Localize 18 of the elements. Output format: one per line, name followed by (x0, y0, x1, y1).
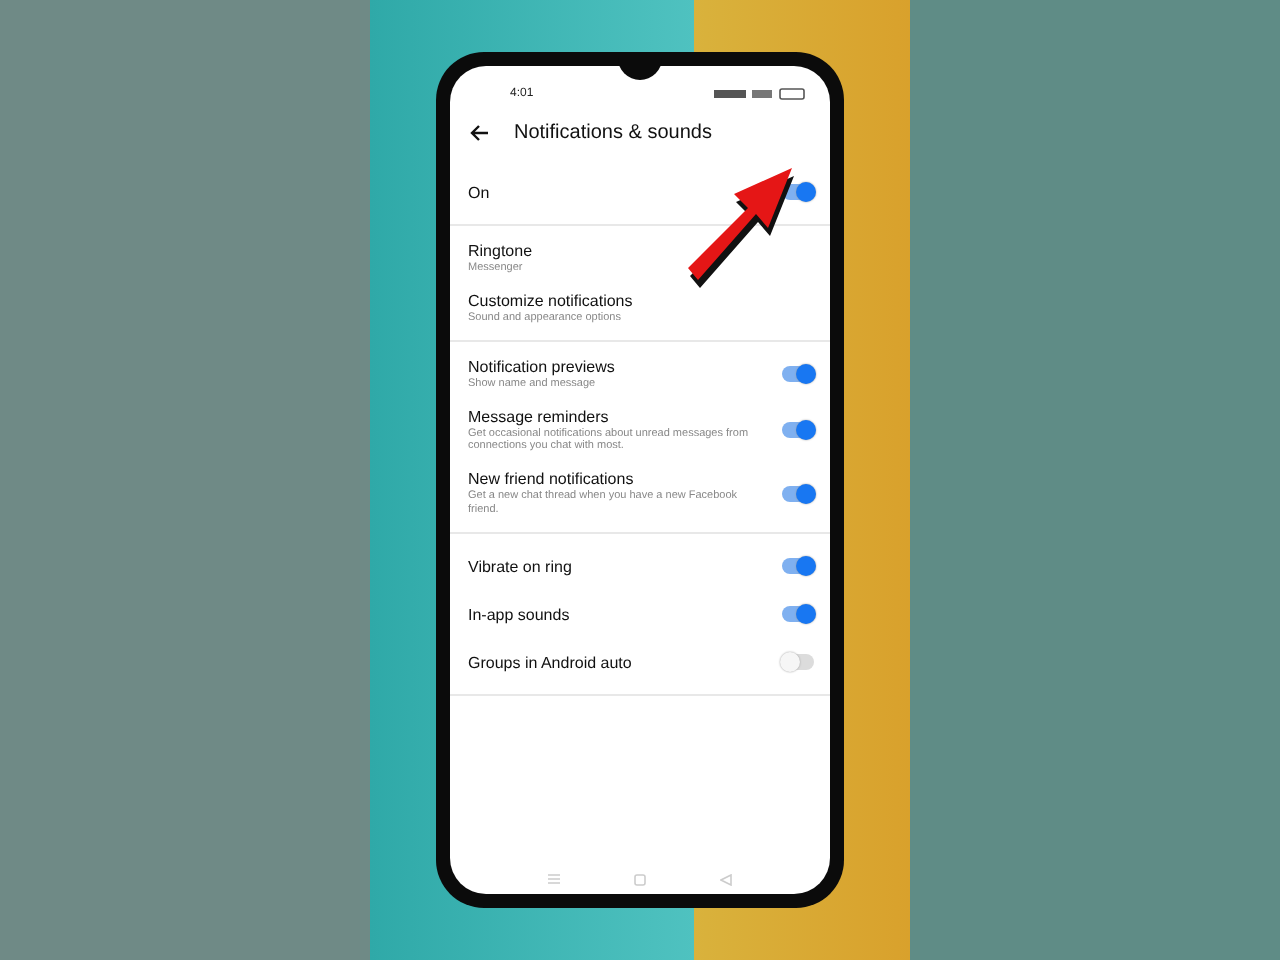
setting-title[interactable]: New friend notifications (468, 469, 758, 488)
toggle-switch[interactable] (782, 485, 814, 502)
setting-title[interactable]: Vibrate on ring (468, 557, 572, 576)
setting-title[interactable]: Notification previews (468, 358, 615, 377)
toggle-switch[interactable] (782, 422, 814, 439)
toggle-switch[interactable] (782, 366, 814, 383)
setting-title[interactable]: In-app sounds (468, 605, 570, 624)
setting-title[interactable]: Customize notifications (468, 291, 633, 310)
setting-title[interactable]: Message reminders (468, 407, 758, 426)
back-arrow-icon[interactable] (470, 124, 490, 142)
toggle-switch[interactable] (782, 654, 814, 671)
setting-title[interactable]: Groups in Android auto (468, 653, 632, 672)
setting-title[interactable]: Ringtone (468, 242, 533, 260)
status-icons (714, 88, 806, 100)
toggle-switch[interactable] (782, 558, 814, 575)
toggle-switch[interactable] (782, 606, 814, 623)
screen-title: Notifications & sounds (514, 122, 712, 144)
setting-title[interactable]: On (468, 183, 490, 201)
